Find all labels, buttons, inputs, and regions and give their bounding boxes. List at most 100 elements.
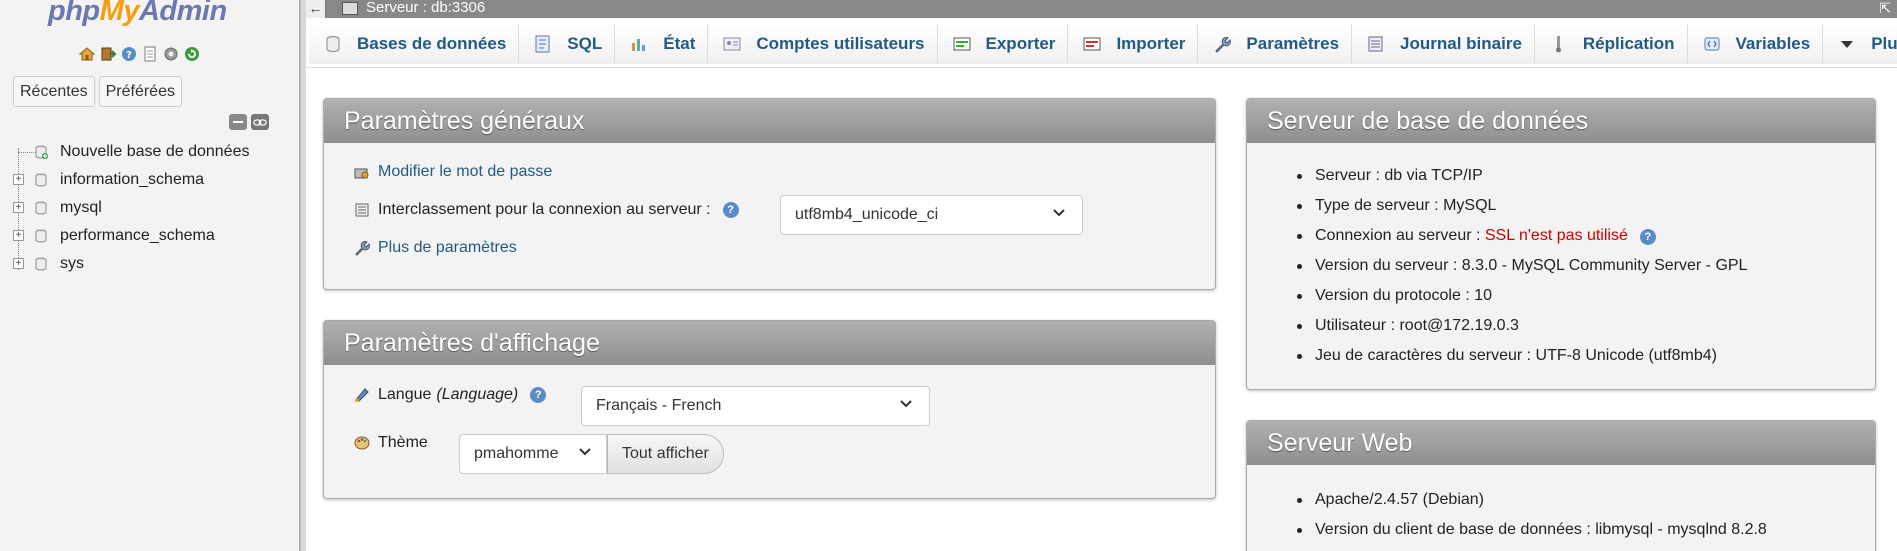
phpmyadmin-logo[interactable]: phpMyAdmin xyxy=(48,0,227,28)
wrench-icon xyxy=(1212,35,1232,53)
triangle-down-icon xyxy=(1837,35,1857,53)
tab-label: Variables xyxy=(1735,34,1811,53)
theme-select[interactable]: pmahomme xyxy=(459,434,607,474)
new-database-icon xyxy=(35,145,48,159)
logo-my: My xyxy=(99,0,140,27)
view-all-themes-button[interactable]: Tout afficher xyxy=(607,434,724,474)
tree-item-information-schema[interactable]: + information_schema xyxy=(0,168,300,192)
logo-php: php xyxy=(48,0,100,27)
expand-icon[interactable]: + xyxy=(13,202,24,213)
list-item: Version du client de base de données : l… xyxy=(1297,515,1767,545)
sql-icon xyxy=(533,35,553,53)
status-icon xyxy=(629,35,649,53)
help-icon[interactable]: ? xyxy=(120,45,138,63)
web-server-panel: Serveur Web Apache/2.4.57 (Debian) Versi… xyxy=(1246,420,1876,551)
tab-status[interactable]: État xyxy=(615,24,709,64)
top-menu-bar: Bases de données SQL État Comptes utilis… xyxy=(306,18,1897,68)
theme-label: Thème xyxy=(378,434,428,451)
home-icon[interactable] xyxy=(78,45,96,63)
tree-item-new-database[interactable]: Nouvelle base de données xyxy=(0,140,300,164)
tree-item-mysql[interactable]: + mysql xyxy=(0,196,300,220)
chevron-down-icon xyxy=(1053,209,1065,217)
tab-import[interactable]: Importer xyxy=(1068,24,1199,64)
list-item: Apache/2.4.57 (Debian) xyxy=(1297,485,1767,515)
tree-item-performance-schema[interactable]: + performance_schema xyxy=(0,224,300,248)
back-arrow-icon[interactable]: ← xyxy=(306,0,326,18)
change-password-row: Modifier le mot de passe xyxy=(352,163,552,181)
collapse-all-button[interactable] xyxy=(229,114,247,130)
expand-icon[interactable]: + xyxy=(13,230,24,241)
tab-label: Importer xyxy=(1116,34,1186,53)
info-text: Utilisateur : root@172.19.0.3 xyxy=(1315,317,1519,334)
panel-title: Serveur Web xyxy=(1247,421,1875,465)
tab-label: Paramètres xyxy=(1246,34,1340,53)
expand-icon[interactable]: + xyxy=(13,174,24,185)
collation-select[interactable]: utf8mb4_unicode_ci xyxy=(780,195,1083,235)
logo-admin: Admin xyxy=(138,0,227,27)
wrench-icon xyxy=(352,239,372,257)
language-row: Langue (Language) ? xyxy=(352,386,547,404)
palette-icon xyxy=(352,434,372,452)
tab-label: État xyxy=(663,34,696,53)
info-text: Connexion au serveur : xyxy=(1315,227,1485,244)
nav-icon-bar: ? xyxy=(78,45,201,63)
settings-icon[interactable] xyxy=(162,45,180,63)
info-text: Serveur : db via TCP/IP xyxy=(1315,167,1483,184)
list-item: Serveur : db via TCP/IP xyxy=(1297,161,1747,191)
tab-label: Journal binaire xyxy=(1400,34,1522,53)
exit-icon[interactable] xyxy=(99,45,117,63)
chevron-down-icon xyxy=(579,448,591,456)
language-icon xyxy=(352,386,372,404)
tab-variables[interactable]: Variables xyxy=(1687,24,1824,64)
tab-settings[interactable]: Paramètres xyxy=(1198,24,1353,64)
tab-label: Plus xyxy=(1871,34,1897,53)
info-text: Version du serveur : 8.3.0 - MySQL Commu… xyxy=(1315,257,1748,274)
help-icon[interactable]: ? xyxy=(1639,229,1656,245)
info-text: Apache/2.4.57 (Debian) xyxy=(1315,491,1484,508)
language-label: Langue xyxy=(378,386,432,403)
link-with-main-icon[interactable] xyxy=(251,114,269,130)
nav-tree-controls xyxy=(229,114,269,130)
language-select[interactable]: Français - French xyxy=(581,386,930,426)
tab-favorites[interactable]: Préférées xyxy=(98,76,182,107)
tab-more[interactable]: Plus xyxy=(1823,24,1897,64)
svg-text:?: ? xyxy=(126,50,132,61)
tab-export[interactable]: Exporter xyxy=(937,24,1069,64)
list-item: Version du serveur : 8.3.0 - MySQL Commu… xyxy=(1297,251,1747,281)
tree-item-label: sys xyxy=(60,255,84,272)
theme-row: Thème xyxy=(352,434,428,452)
display-settings-panel: Paramètres d'affichage Langue (Language)… xyxy=(323,320,1216,499)
collation-icon xyxy=(352,201,372,219)
collapse-topbar-icon[interactable]: ⇱ xyxy=(1879,0,1891,17)
tab-replication[interactable]: Réplication xyxy=(1534,24,1688,64)
info-text: Jeu de caractères du serveur : UTF-8 Uni… xyxy=(1315,347,1717,364)
server-breadcrumb-bar: ← Serveur : db:3306 ⇱ xyxy=(306,0,1897,18)
tab-databases[interactable]: Bases de données xyxy=(309,24,520,64)
database-server-info-list: Serveur : db via TCP/IP Type de serveur … xyxy=(1297,161,1747,371)
tab-recent[interactable]: Récentes xyxy=(13,76,95,107)
export-icon xyxy=(952,35,972,53)
panel-title: Paramètres d'affichage xyxy=(324,321,1215,365)
binlog-icon xyxy=(1366,35,1386,53)
navigation-panel: phpMyAdmin ? Récentes Préférées Nouvelle… xyxy=(0,0,300,551)
server-icon xyxy=(342,2,358,15)
breadcrumb-server[interactable]: Serveur : db:3306 xyxy=(366,0,485,17)
tree-item-sys[interactable]: + sys xyxy=(0,252,300,276)
expand-icon[interactable]: + xyxy=(13,258,24,269)
more-settings-link[interactable]: Plus de paramètres xyxy=(378,239,517,257)
database-icon xyxy=(35,229,47,243)
change-password-link[interactable]: Modifier le mot de passe xyxy=(378,163,552,181)
password-icon xyxy=(352,163,372,181)
help-icon[interactable]: ? xyxy=(722,202,739,218)
tree-item-label: Nouvelle base de données xyxy=(60,143,250,160)
docs-icon[interactable] xyxy=(141,45,159,63)
list-item: Connexion au serveur : SSL n'est pas uti… xyxy=(1297,221,1747,251)
help-icon[interactable]: ? xyxy=(530,387,547,403)
nav-resize-handle[interactable] xyxy=(300,0,306,551)
tab-user-accounts[interactable]: Comptes utilisateurs xyxy=(708,24,938,64)
tab-sql[interactable]: SQL xyxy=(519,24,616,64)
tab-label: SQL xyxy=(567,34,603,53)
tab-binary-log[interactable]: Journal binaire xyxy=(1352,24,1535,64)
database-icon xyxy=(35,173,47,187)
reload-icon[interactable] xyxy=(183,45,201,63)
